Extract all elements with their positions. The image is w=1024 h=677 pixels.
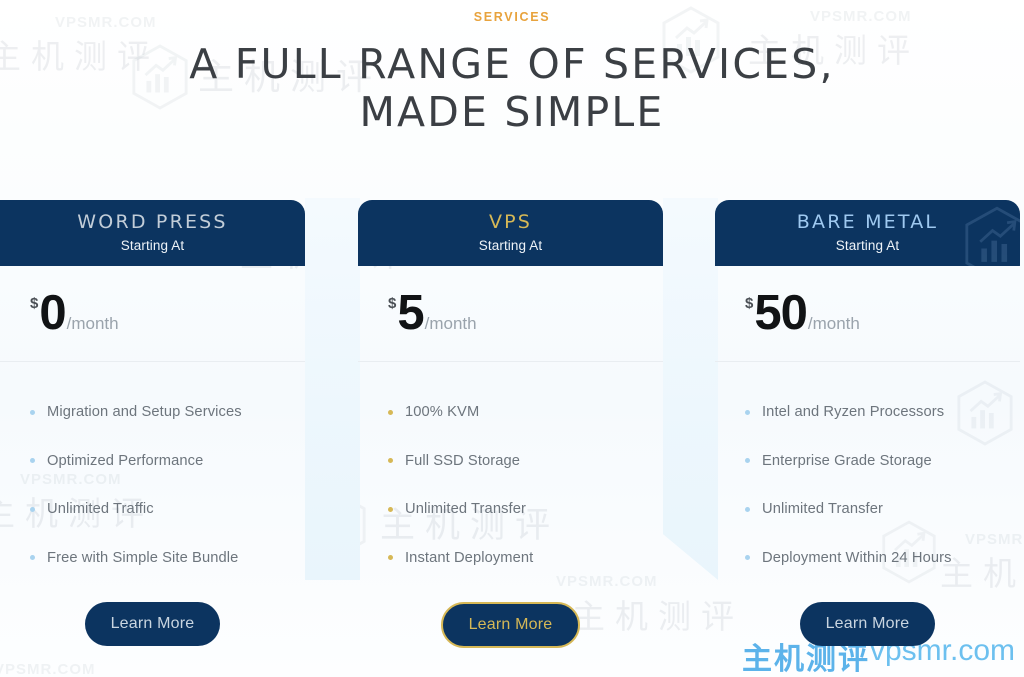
bullet-icon <box>388 409 393 415</box>
card-body: $ 50 /month Intel and Ryzen Processors E… <box>715 266 1020 646</box>
pricing-card-bare-metal: BARE METAL Starting At $ 50 /month Intel… <box>715 200 1020 646</box>
starting-at-label: Starting At <box>478 238 543 253</box>
list-item: Migration and Setup Services <box>30 388 305 437</box>
price-row: $ 0 /month <box>0 266 305 362</box>
card-header: VPS Starting At <box>358 200 663 266</box>
price: $ 0 /month <box>30 289 119 338</box>
card-header: WORD PRESS Starting At <box>0 200 305 266</box>
learn-more-button[interactable]: Learn More <box>440 602 581 648</box>
list-item: Deployment Within 24 Hours <box>745 534 1020 583</box>
learn-more-button[interactable]: Learn More <box>84 602 221 646</box>
price: $ 50 /month <box>745 289 860 338</box>
bullet-icon <box>30 409 35 415</box>
pricing-card-wordpress: WORD PRESS Starting At $ 0 /month Migrat… <box>0 200 305 646</box>
feature-list: Intel and Ryzen Processors Enterprise Gr… <box>715 362 1020 582</box>
headline-line-2: MADE SIMPLE <box>359 88 665 136</box>
feature-list: 100% KVM Full SSD Storage Unlimited Tran… <box>358 362 663 582</box>
currency-symbol: $ <box>388 295 397 312</box>
list-item: Unlimited Transfer <box>745 485 1020 534</box>
cta-row: Learn More <box>0 602 305 646</box>
list-item: Instant Deployment <box>388 534 663 583</box>
feature-text: Intel and Ryzen Processors <box>762 404 945 421</box>
learn-more-button[interactable]: Learn More <box>799 602 936 646</box>
currency-symbol: $ <box>30 295 39 312</box>
bullet-icon <box>388 555 393 561</box>
pricing-card-vps: VPS Starting At $ 5 /month 100% KVM Full… <box>358 200 663 648</box>
bullet-icon <box>30 555 35 561</box>
feature-text: Enterprise Grade Storage <box>762 452 932 469</box>
cta-row: Learn More <box>715 602 1020 646</box>
bullet-icon <box>30 458 35 464</box>
bullet-icon <box>745 506 750 512</box>
list-item: 100% KVM <box>388 388 663 437</box>
page-title: A FULL RANGE OF SERVICES, MADE SIMPLE <box>0 40 1024 136</box>
price-amount: 50 <box>754 286 808 340</box>
card-body: $ 5 /month 100% KVM Full SSD Storage Unl… <box>358 266 663 648</box>
feature-text: Instant Deployment <box>405 549 534 566</box>
bullet-icon <box>745 555 750 561</box>
feature-text: Free with Simple Site Bundle <box>47 549 239 566</box>
feature-text: Optimized Performance <box>47 452 204 469</box>
bullet-icon <box>388 506 393 512</box>
feature-text: Unlimited Transfer <box>405 501 526 518</box>
cta-row: Learn More <box>358 602 663 648</box>
headline-line-1: A FULL RANGE OF SERVICES, <box>189 40 835 88</box>
bullet-icon <box>745 409 750 415</box>
price-period: /month <box>424 314 477 333</box>
feature-text: Migration and Setup Services <box>47 404 242 421</box>
list-item: Intel and Ryzen Processors <box>745 388 1020 437</box>
price-period: /month <box>66 314 119 333</box>
bullet-icon <box>388 458 393 464</box>
list-item: Optimized Performance <box>30 437 305 486</box>
price-amount: 5 <box>397 286 424 340</box>
price-amount: 0 <box>39 286 66 340</box>
list-item: Unlimited Traffic <box>30 485 305 534</box>
list-item: Enterprise Grade Storage <box>745 437 1020 486</box>
feature-text: Full SSD Storage <box>405 452 521 469</box>
list-item: Free with Simple Site Bundle <box>30 534 305 583</box>
card-header: BARE METAL Starting At <box>715 200 1020 266</box>
price: $ 5 /month <box>388 289 477 338</box>
price-row: $ 50 /month <box>715 266 1020 362</box>
feature-text: Unlimited Traffic <box>47 501 154 518</box>
plan-name: VPS <box>488 211 533 233</box>
price-period: /month <box>807 314 860 333</box>
list-item: Unlimited Transfer <box>388 485 663 534</box>
section-eyebrow: SERVICES <box>473 10 551 24</box>
feature-text: Deployment Within 24 Hours <box>762 549 952 566</box>
bullet-icon <box>30 506 35 512</box>
hexagon-chart-icon <box>965 206 1020 266</box>
plan-name: WORD PRESS <box>77 211 228 233</box>
feature-text: Unlimited Transfer <box>762 501 883 518</box>
feature-list: Migration and Setup Services Optimized P… <box>0 362 305 582</box>
currency-symbol: $ <box>745 295 754 312</box>
starting-at-label: Starting At <box>120 238 185 253</box>
card-body: $ 0 /month Migration and Setup Services … <box>0 266 305 646</box>
feature-text: 100% KVM <box>405 404 480 421</box>
list-item: Full SSD Storage <box>388 437 663 486</box>
price-row: $ 5 /month <box>358 266 663 362</box>
bullet-icon <box>745 458 750 464</box>
